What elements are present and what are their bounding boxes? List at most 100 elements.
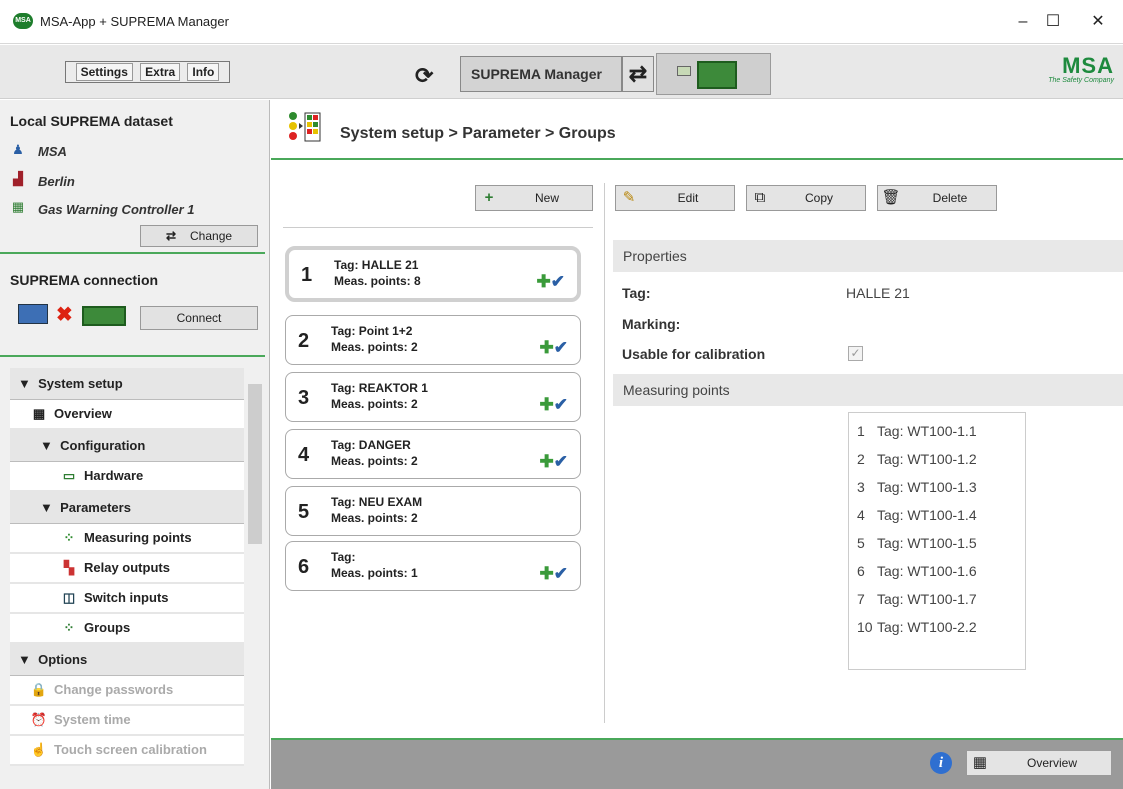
edit-button[interactable]: ✎ Edit: [615, 185, 735, 211]
scrollbar-thumb[interactable]: [248, 384, 262, 544]
nav-scrollbar[interactable]: [246, 366, 264, 789]
measuring-points-header: Measuring points: [613, 374, 1123, 406]
mp-number: 10: [857, 619, 873, 635]
group-meas-points: Meas. points: 1: [331, 566, 418, 580]
nav-label: Hardware: [84, 468, 144, 483]
group-card-4[interactable]: 4 Tag: DANGER Meas. points: 2 ✚✔: [285, 429, 581, 479]
swap-icon: ⇄: [165, 229, 176, 243]
mp-tag: Tag: WT100-2.2: [877, 619, 977, 635]
connect-button[interactable]: Connect: [140, 306, 258, 330]
hand-icon: ☝: [30, 742, 48, 757]
list-item[interactable]: 6 Tag: WT100-1.6: [849, 557, 1025, 585]
msa-logo: MSA The Safety Company: [1038, 55, 1114, 91]
menu-info[interactable]: Info: [187, 63, 220, 81]
plus-icon: +: [484, 189, 494, 206]
group-card-3[interactable]: 3 Tag: REAKTOR 1 Meas. points: 2 ✚✔: [285, 372, 581, 422]
delete-button[interactable]: 🗑 Delete: [877, 185, 997, 211]
nav-label: Overview: [54, 406, 112, 421]
nav-relay-outputs[interactable]: ▚ Relay outputs: [10, 554, 244, 584]
info-icon[interactable]: i: [930, 752, 952, 774]
nav-parameters[interactable]: ▼ Parameters: [10, 492, 244, 524]
calibration-check-icon: ✚✔: [539, 395, 569, 414]
nav-label: Groups: [84, 620, 131, 635]
nav-options[interactable]: ▼ Options: [10, 644, 244, 676]
divider: [0, 355, 265, 357]
nav-label: Options: [38, 652, 88, 667]
local-dataset-heading: Local SUPREMA dataset: [10, 113, 173, 129]
device-icon: [82, 306, 126, 326]
group-meas-points: Meas. points: 2: [331, 397, 418, 411]
app-icon: MSA: [13, 13, 33, 29]
nav-measuring-points[interactable]: ⁘ Measuring points: [10, 524, 244, 554]
group-card-6[interactable]: 6 Tag: Meas. points: 1 ✚✔: [285, 541, 581, 591]
nav-system-setup[interactable]: ▼ System setup: [10, 368, 244, 400]
mp-tag: Tag: WT100-1.1: [877, 423, 977, 439]
delete-label: Delete: [932, 191, 968, 205]
list-item[interactable]: 7 Tag: WT100-1.7: [849, 585, 1025, 613]
group-tag: Tag:: [331, 550, 356, 564]
clock-icon: ⏰: [30, 712, 48, 727]
list-item[interactable]: 10 Tag: WT100-2.2: [849, 613, 1025, 641]
calibration-checkbox[interactable]: ✓: [848, 346, 863, 361]
nav-groups[interactable]: ⁘ Groups: [10, 614, 244, 644]
nav-change-passwords[interactable]: 🔒 Change passwords: [10, 676, 244, 706]
factory-icon: ▟: [13, 171, 23, 186]
nav-label: System time: [54, 712, 131, 727]
lock-icon: 🔒: [30, 682, 48, 697]
nav-switch-inputs[interactable]: ◫ Switch inputs: [10, 584, 244, 614]
mp-tag: Tag: WT100-1.6: [877, 563, 977, 579]
connection-heading: SUPREMA connection: [10, 272, 159, 288]
nav-label: System setup: [38, 376, 123, 391]
nav-label: Switch inputs: [84, 590, 169, 605]
device-display: [677, 66, 691, 76]
close-button[interactable]: ✕: [1075, 8, 1121, 36]
group-card-2[interactable]: 2 Tag: Point 1+2 Meas. points: 2 ✚✔: [285, 315, 581, 365]
change-button[interactable]: ⇄ Change: [140, 225, 258, 247]
dataset-user: MSA: [38, 144, 67, 159]
copy-button[interactable]: ⧉ Copy: [746, 185, 866, 211]
list-item[interactable]: 3 Tag: WT100-1.3: [849, 473, 1025, 501]
list-item[interactable]: 2 Tag: WT100-1.2: [849, 445, 1025, 473]
group-card-1[interactable]: 1 Tag: HALLE 21 Meas. points: 8 ✚✔: [285, 246, 581, 302]
menu-settings[interactable]: Settings: [75, 63, 133, 81]
tag-value: HALLE 21: [846, 285, 910, 301]
measuring-points-icon: ⁘: [63, 530, 75, 545]
maximize-button[interactable]: ☐: [1030, 8, 1076, 36]
navigation-tree: ▼ System setup ▦ Overview ▼ Configuration…: [10, 368, 244, 789]
new-button[interactable]: + New: [475, 185, 593, 211]
device-board: [697, 61, 737, 89]
menu-bar: Settings Extra Info: [65, 61, 230, 83]
list-item[interactable]: 5 Tag: WT100-1.5: [849, 529, 1025, 557]
group-meas-points: Meas. points: 2: [331, 511, 418, 525]
list-item[interactable]: 1 Tag: WT100-1.1: [849, 417, 1025, 445]
grid-icon: ▦: [32, 406, 46, 421]
nav-touch-calibration[interactable]: ☝ Touch screen calibration: [10, 736, 244, 766]
group-card-5[interactable]: 5 Tag: NEU EXAM Meas. points: 2: [285, 486, 581, 536]
sync-icon[interactable]: ⟳: [415, 63, 433, 89]
breadcrumb: System setup > Parameter > Groups: [340, 125, 616, 142]
suprema-manager-button[interactable]: SUPREMA Manager: [460, 56, 622, 92]
menu-extra[interactable]: Extra: [140, 63, 181, 81]
nav-system-time[interactable]: ⏰ System time: [10, 706, 244, 736]
hardware-icon: ▭: [62, 468, 76, 483]
group-meas-points: Meas. points: 2: [331, 340, 418, 354]
dataset-controller: Gas Warning Controller 1: [38, 202, 195, 217]
controller-icon: ▦: [11, 199, 25, 214]
group-number: 2: [298, 330, 310, 352]
divider: [604, 183, 605, 723]
overview-button[interactable]: ▦ Overview: [966, 750, 1112, 776]
swap-icon[interactable]: ⇄: [622, 56, 654, 92]
group-tag: Tag: NEU EXAM: [331, 495, 423, 509]
list-item[interactable]: 4 Tag: WT100-1.4: [849, 501, 1025, 529]
user-icon: ♟: [12, 142, 24, 157]
nav-overview[interactable]: ▦ Overview: [10, 400, 244, 430]
group-number: 6: [298, 556, 310, 578]
nav-label: Configuration: [60, 438, 146, 453]
mp-number: 4: [857, 507, 865, 523]
nav-configuration[interactable]: ▼ Configuration: [10, 430, 244, 462]
calibration-check-icon: ✚✔: [539, 452, 569, 471]
nav-hardware[interactable]: ▭ Hardware: [10, 462, 244, 492]
tag-label: Tag:: [622, 285, 651, 301]
calibration-check-icon: ✚✔: [536, 272, 566, 291]
nav-label: Relay outputs: [84, 560, 170, 575]
